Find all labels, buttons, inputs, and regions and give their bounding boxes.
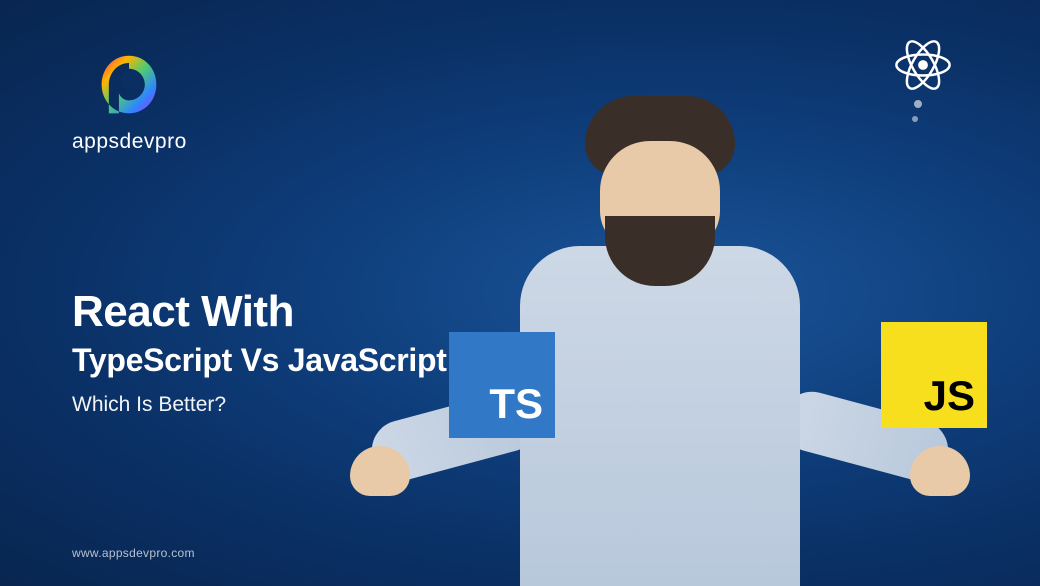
person-beard: [605, 216, 715, 286]
javascript-badge: JS: [881, 322, 987, 428]
react-logo-icon: [888, 30, 958, 100]
person-head: [585, 96, 735, 276]
brand-name: appsdevpro: [72, 130, 187, 154]
typescript-badge: TS: [449, 332, 555, 438]
person-hand: [910, 446, 970, 496]
footer-url: www.appsdevpro.com: [72, 546, 195, 560]
typescript-label: TS: [489, 380, 543, 428]
appsdevpro-logo-icon: [93, 50, 165, 122]
javascript-label: JS: [924, 372, 975, 420]
brand-logo: appsdevpro: [72, 50, 187, 154]
promo-banner: appsdevpro React With TypeScript Vs Java…: [0, 0, 1040, 586]
person-torso: [520, 246, 800, 586]
